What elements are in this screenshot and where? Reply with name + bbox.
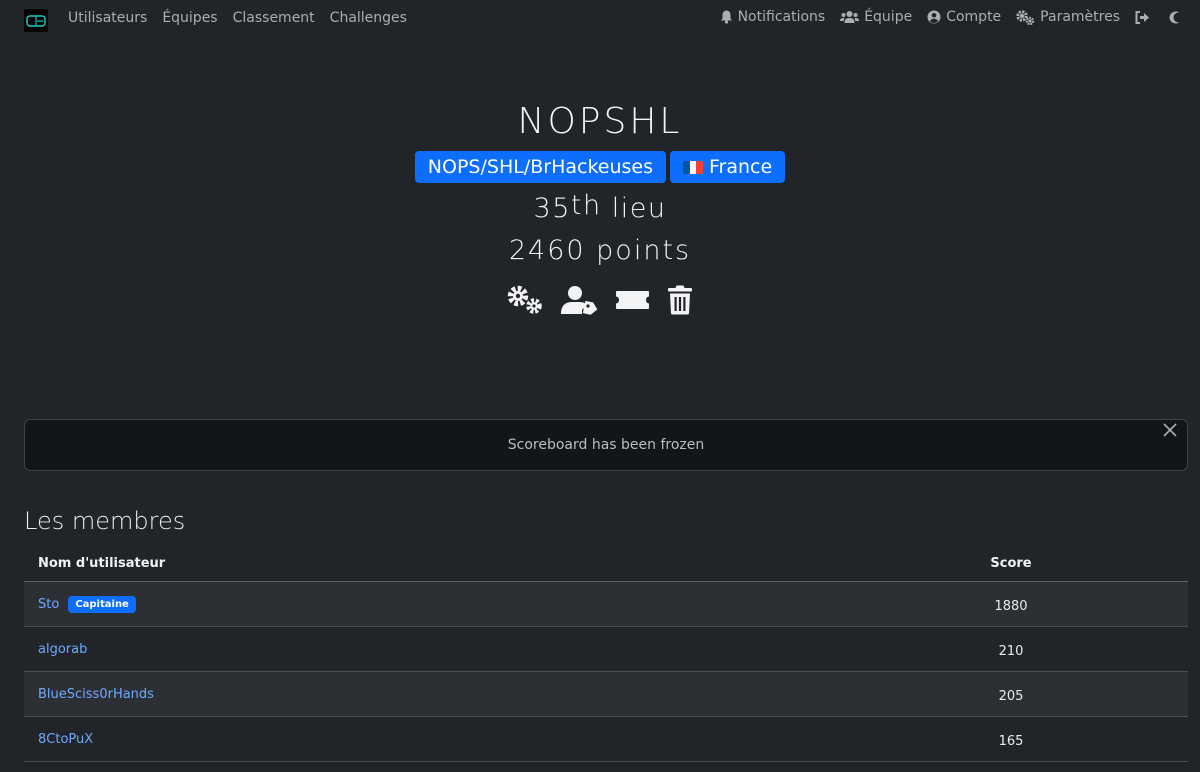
member-link[interactable]: 8CtoPuX bbox=[38, 732, 93, 747]
nav-team[interactable]: Équipe bbox=[840, 9, 912, 25]
country-label: France bbox=[709, 156, 773, 178]
navbar: Utilisateurs Équipes Classement Challeng… bbox=[0, 0, 1200, 38]
member-link[interactable]: BlueSciss0rHands bbox=[38, 687, 154, 702]
members-heading: Les membres bbox=[24, 507, 186, 535]
france-flag-icon bbox=[683, 160, 703, 174]
team-settings-button[interactable] bbox=[507, 285, 544, 315]
disband-team-button[interactable] bbox=[667, 285, 693, 315]
table-row: Sto Capitaine 1880 bbox=[24, 582, 1188, 627]
theme-toggle[interactable] bbox=[1168, 11, 1180, 24]
moon-icon bbox=[1169, 11, 1179, 23]
affiliation-label: NOPS/SHL/BrHackeuses bbox=[427, 156, 653, 178]
table-header-row: Nom d'utilisateur Score bbox=[24, 545, 1188, 582]
place-number: 35 bbox=[533, 193, 571, 224]
logout-button[interactable] bbox=[1135, 10, 1150, 24]
nav-notifications-label: Notifications bbox=[737, 9, 826, 25]
ticket-icon bbox=[616, 291, 649, 309]
nav-users[interactable]: Utilisateurs bbox=[68, 10, 147, 26]
nav-scoreboard[interactable]: Classement bbox=[233, 10, 315, 26]
team-place: 35th lieu bbox=[0, 190, 1200, 227]
user-tag-icon bbox=[561, 286, 598, 315]
member-link[interactable]: algorab bbox=[38, 642, 87, 657]
gears-icon bbox=[1016, 9, 1035, 25]
nav-settings[interactable]: Paramètres bbox=[1016, 9, 1120, 25]
bell-icon bbox=[720, 10, 732, 24]
captain-badge: Capitaine bbox=[68, 595, 136, 613]
user-circle-icon bbox=[927, 10, 941, 24]
gears-icon bbox=[507, 285, 542, 314]
table-row: algorab 210 bbox=[24, 627, 1188, 672]
table-row: 8CtoPuX 165 bbox=[24, 717, 1188, 762]
alert-text: Scoreboard has been frozen bbox=[507, 437, 705, 453]
col-username-header: Nom d'utilisateur bbox=[38, 555, 166, 571]
users-icon bbox=[840, 11, 860, 23]
table-row: BlueSciss0rHands 205 bbox=[24, 672, 1188, 717]
member-score: 210 bbox=[998, 643, 1024, 659]
place-suffix: th bbox=[570, 190, 602, 221]
nav-settings-label: Paramètres bbox=[1040, 9, 1120, 25]
member-score: 165 bbox=[998, 733, 1024, 749]
nav-notifications[interactable]: Notifications bbox=[720, 9, 826, 25]
logout-icon bbox=[1135, 10, 1149, 24]
team-header: NOPSHL NOPS/SHL/BrHackeuses France 35th … bbox=[0, 98, 1200, 315]
alert-close-button[interactable] bbox=[1163, 422, 1177, 441]
country-badge: France bbox=[670, 151, 786, 183]
nav-team-label: Équipe bbox=[864, 9, 913, 25]
nav-account-label: Compte bbox=[946, 9, 1002, 25]
member-link[interactable]: Sto bbox=[38, 597, 59, 612]
trash-icon bbox=[668, 285, 692, 315]
close-icon bbox=[1163, 423, 1177, 437]
scoreboard-frozen-alert: Scoreboard has been frozen bbox=[24, 419, 1188, 471]
affiliation-badge: NOPS/SHL/BrHackeuses bbox=[414, 151, 666, 183]
nav-account[interactable]: Compte bbox=[927, 9, 1001, 25]
team-name: NOPSHL bbox=[517, 101, 683, 142]
site-logo[interactable] bbox=[24, 9, 48, 32]
members-table: Nom d'utilisateur Score Sto Capitaine 18… bbox=[24, 545, 1188, 762]
member-score: 205 bbox=[998, 688, 1024, 704]
team-actions bbox=[0, 285, 1200, 315]
invite-ticket-button[interactable] bbox=[615, 285, 650, 315]
nav-teams[interactable]: Équipes bbox=[162, 10, 217, 26]
member-score: 1880 bbox=[994, 598, 1028, 614]
col-score-header: Score bbox=[990, 555, 1032, 571]
nav-challenges[interactable]: Challenges bbox=[330, 10, 407, 26]
place-word: lieu bbox=[611, 193, 667, 224]
team-points: 2460 points bbox=[508, 235, 692, 266]
captain-transfer-button[interactable] bbox=[561, 285, 598, 315]
